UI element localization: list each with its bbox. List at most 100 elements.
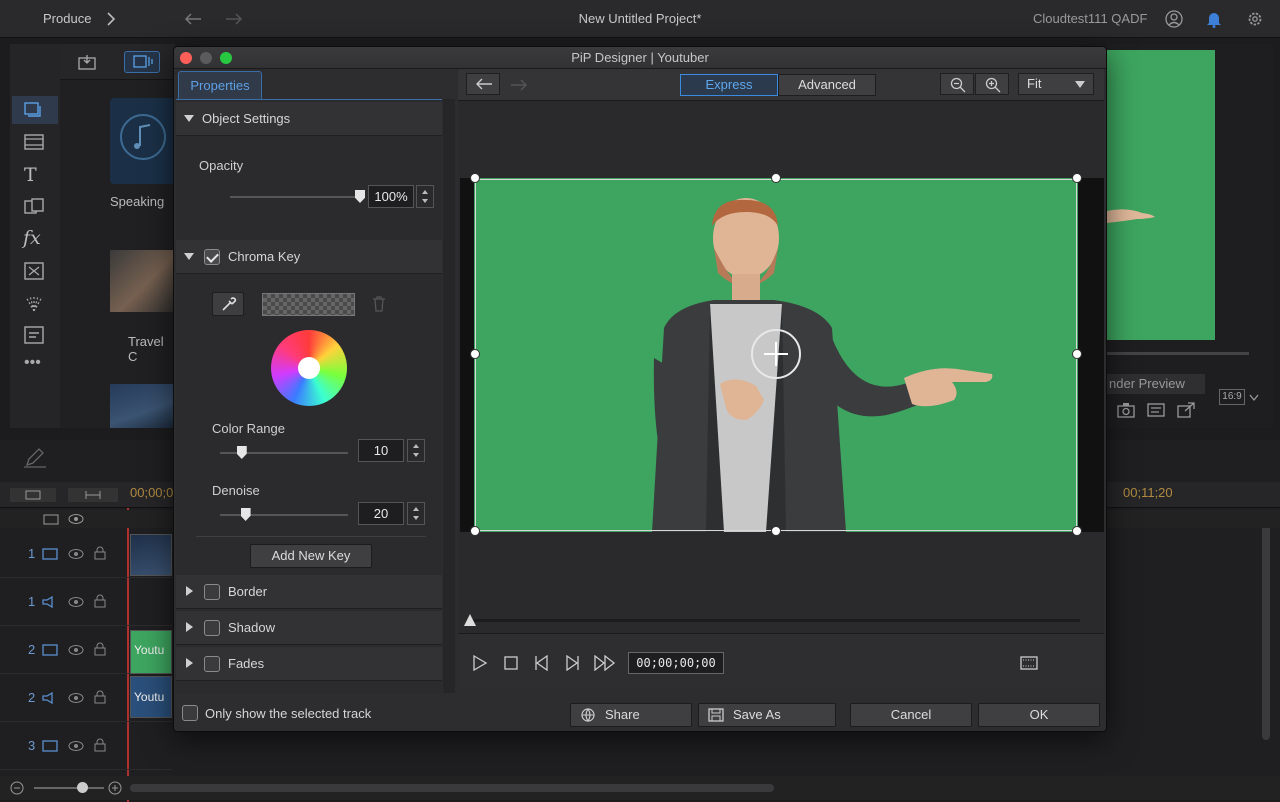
- timeline-zoom-slider[interactable]: [34, 787, 104, 789]
- resize-handle-top[interactable]: [771, 173, 781, 183]
- lock-icon[interactable]: [94, 594, 106, 608]
- expand-arrow-icon[interactable]: [184, 253, 194, 260]
- opacity-slider[interactable]: [230, 196, 360, 198]
- chroma-key-checkbox[interactable]: [204, 249, 220, 265]
- undo-button[interactable]: [466, 73, 500, 95]
- lock-icon[interactable]: [94, 546, 106, 560]
- share-button[interactable]: Share: [570, 703, 692, 727]
- eye-icon[interactable]: [68, 596, 84, 608]
- zoom-out-button[interactable]: [940, 73, 974, 95]
- opacity-stepper[interactable]: [416, 185, 434, 208]
- previous-frame-icon[interactable]: [534, 655, 550, 671]
- video-track-icon[interactable]: [42, 644, 58, 656]
- subtitle-icon[interactable]: [24, 326, 44, 344]
- redo-icon[interactable]: [224, 12, 244, 26]
- account-icon[interactable]: [1165, 10, 1183, 28]
- shadow-header[interactable]: Shadow: [176, 611, 442, 645]
- chroma-color-wheel[interactable]: [271, 330, 347, 406]
- undo-icon[interactable]: [183, 12, 203, 26]
- lock-icon[interactable]: [94, 642, 106, 656]
- zoom-out-icon[interactable]: [10, 781, 24, 795]
- resize-handle-right[interactable]: [1072, 349, 1082, 359]
- border-header[interactable]: Border: [176, 575, 442, 609]
- border-checkbox[interactable]: [204, 584, 220, 600]
- fades-checkbox[interactable]: [204, 656, 220, 672]
- timeline-clip[interactable]: [130, 534, 172, 576]
- timeline-audio-clip[interactable]: Youtu: [130, 676, 172, 718]
- add-new-key-button[interactable]: Add New Key: [250, 544, 372, 568]
- audio-track-icon[interactable]: [42, 692, 58, 704]
- preview-scrubber[interactable]: [470, 619, 1080, 622]
- resize-handle-top-right[interactable]: [1072, 173, 1082, 183]
- timecode-display[interactable]: 00;00;00;00: [628, 652, 724, 674]
- track-video-toggle-icon[interactable]: [43, 514, 59, 525]
- lock-icon[interactable]: [94, 690, 106, 704]
- eye-icon[interactable]: [68, 644, 84, 656]
- object-settings-header[interactable]: Object Settings: [176, 102, 442, 136]
- expand-arrow-icon[interactable]: [186, 658, 193, 668]
- color-range-slider-thumb[interactable]: [236, 446, 247, 459]
- eye-icon[interactable]: [68, 740, 84, 752]
- advanced-mode-tab[interactable]: Advanced: [778, 74, 876, 96]
- color-range-input[interactable]: 10: [358, 439, 404, 462]
- more-icon[interactable]: •••: [24, 354, 41, 372]
- media-thumbnail[interactable]: [110, 250, 175, 312]
- eyedropper-button[interactable]: [212, 292, 244, 316]
- expand-arrow-icon[interactable]: [186, 586, 193, 596]
- effects-fx-icon[interactable]: fx: [23, 227, 41, 249]
- produce-button[interactable]: Produce: [43, 11, 91, 26]
- fast-forward-icon[interactable]: [594, 655, 616, 671]
- ok-button[interactable]: OK: [978, 703, 1100, 727]
- snapshot-camera-icon[interactable]: [1117, 402, 1135, 418]
- zoom-in-icon[interactable]: [108, 781, 122, 795]
- lock-icon[interactable]: [94, 738, 106, 752]
- timeline-horizontal-scrollbar[interactable]: [130, 784, 774, 792]
- audio-track-icon[interactable]: [42, 596, 58, 608]
- fit-timeline-icon[interactable]: [10, 488, 56, 502]
- edit-pencil-icon[interactable]: [24, 448, 46, 468]
- properties-scrollbar[interactable]: [443, 99, 455, 693]
- eye-icon[interactable]: [68, 548, 84, 560]
- expand-arrow-icon[interactable]: [184, 115, 194, 122]
- main-preview-scrubber[interactable]: [1107, 352, 1249, 355]
- key-color-swatch[interactable]: [262, 293, 355, 316]
- shadow-checkbox[interactable]: [204, 620, 220, 636]
- redo-arrow-icon[interactable]: [510, 79, 528, 91]
- cancel-button[interactable]: Cancel: [850, 703, 972, 727]
- color-range-stepper[interactable]: [407, 439, 425, 462]
- timeline-vertical-scrollbar[interactable]: [1262, 510, 1270, 740]
- transition-icon[interactable]: [24, 198, 44, 216]
- video-track-icon[interactable]: [42, 548, 58, 560]
- settings-gear-icon[interactable]: [1246, 10, 1264, 28]
- resize-handle-bottom[interactable]: [771, 526, 781, 536]
- selection-bounding-box[interactable]: [475, 179, 1077, 531]
- scrubber-thumb-icon[interactable]: [463, 613, 477, 627]
- media-thumbnail[interactable]: [110, 98, 175, 184]
- chevron-down-icon[interactable]: [1249, 394, 1259, 402]
- denoise-stepper[interactable]: [407, 502, 425, 525]
- resize-handle-bottom-left[interactable]: [470, 526, 480, 536]
- resize-handle-bottom-right[interactable]: [1072, 526, 1082, 536]
- media-thumbnail[interactable]: [110, 384, 175, 428]
- opacity-slider-thumb[interactable]: [355, 190, 365, 203]
- denoise-input[interactable]: 20: [358, 502, 404, 525]
- media-library-icon[interactable]: [24, 102, 44, 118]
- denoise-slider-thumb[interactable]: [240, 508, 251, 521]
- express-mode-tab[interactable]: Express: [680, 74, 778, 96]
- pip-objects-icon[interactable]: [24, 262, 44, 280]
- undock-preview-icon[interactable]: [1177, 402, 1195, 418]
- show-all-eye-icon[interactable]: [68, 513, 84, 525]
- resize-handle-left[interactable]: [470, 349, 480, 359]
- delete-key-trash-icon[interactable]: [372, 296, 386, 312]
- particle-icon[interactable]: [24, 294, 44, 312]
- video-track-icon[interactable]: [42, 740, 58, 752]
- timeline-ruler-icon[interactable]: [68, 488, 118, 502]
- user-name[interactable]: Cloudtest111 QADF: [1033, 11, 1147, 26]
- fades-header[interactable]: Fades: [176, 647, 442, 681]
- play-icon[interactable]: [472, 655, 488, 671]
- color-wheel-picker[interactable]: [298, 357, 320, 379]
- denoise-slider[interactable]: [220, 514, 348, 516]
- eye-icon[interactable]: [68, 692, 84, 704]
- save-as-button[interactable]: Save As: [698, 703, 836, 727]
- chroma-key-header[interactable]: Chroma Key: [176, 240, 442, 274]
